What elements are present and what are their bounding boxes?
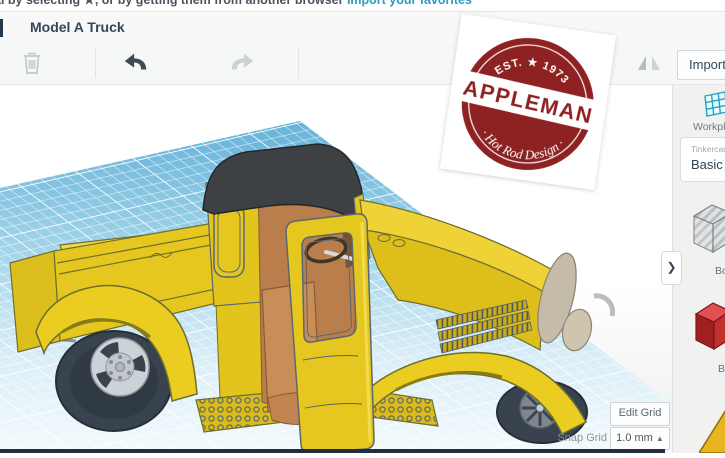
library-selected: Basic Shapes [691,157,725,172]
mirror-icon[interactable] [636,50,662,76]
snap-grid-dropdown[interactable]: 1.0 mm ▲ [610,427,670,450]
edit-grid-button[interactable]: Edit Grid [610,402,670,426]
shape-box-hole[interactable] [691,200,725,263]
shape-library-dropdown[interactable]: Tinkercad Basic Shapes [680,137,725,182]
shape-box[interactable] [694,297,725,358]
import-favorites-link[interactable]: Import your favorites [347,0,472,7]
caret-up-icon: ▲ [655,434,664,443]
trash-icon[interactable] [18,50,46,76]
panel-collapse-button[interactable]: ❯ [661,251,682,285]
import-button[interactable]: Import [677,50,725,80]
shape-label: Box [718,363,725,375]
redo-icon[interactable] [228,50,256,76]
toolbar-divider [95,48,96,78]
appleman-badge: EST. ★ 1973 APPLEMAN · Hot Rod Design · [438,12,619,193]
shape-label: Box [715,265,725,277]
hood [359,199,557,354]
toolbar-divider [298,48,299,78]
top-banner: al by selecting ★, or by getting them fr… [0,0,725,11]
shape-partial[interactable] [697,410,725,458]
banner-text: al by selecting ★, or by getting them fr… [0,0,347,7]
workplane-label: Workplane [693,121,725,133]
library-brand: Tinkercad [691,144,725,154]
workplane-icon[interactable] [699,90,725,118]
partial-shape-icon [697,410,725,454]
viewport-bottom-edge [0,449,665,453]
logo-edge [0,19,3,37]
box-hole-icon [692,204,725,254]
snap-grid-label: Snap Grid [557,432,607,444]
design-title[interactable]: Model A Truck [30,19,125,35]
box-icon [694,302,725,351]
undo-icon[interactable] [122,50,150,76]
